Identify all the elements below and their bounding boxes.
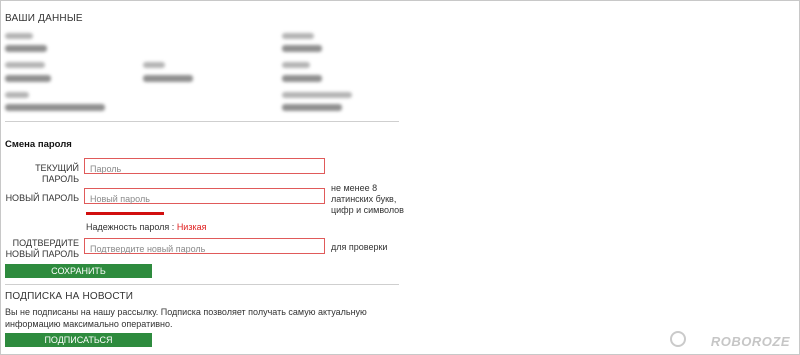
new-password-label: НОВЫЙ ПАРОЛЬ — [5, 193, 79, 203]
redacted-value — [143, 75, 193, 82]
section-divider — [5, 121, 399, 122]
redacted-label — [282, 92, 352, 98]
new-password-field[interactable] — [84, 188, 325, 206]
new-password-hint: не менее 8 латинских букв, цифр и символ… — [331, 183, 411, 216]
watermark-icon — [670, 331, 686, 347]
hint-line: латинских букв, — [331, 194, 397, 204]
newsletter-text: Вы не подписаны на нашу рассылку. Подпис… — [5, 306, 400, 330]
redacted-label — [5, 33, 33, 39]
hint-line: цифр и символов — [331, 205, 404, 215]
redacted-value — [282, 75, 322, 82]
password-strength-bar — [86, 212, 164, 215]
hint-line: не менее 8 — [331, 183, 378, 193]
newsletter-text-line: Вы не подписаны на нашу рассылку. Подпис… — [5, 307, 367, 317]
watermark-logo: ROBOROZE — [710, 334, 790, 349]
redacted-value — [5, 104, 105, 111]
section-divider — [5, 284, 399, 285]
password-change-title: Смена пароля — [5, 139, 72, 150]
confirm-password-field[interactable] — [84, 238, 325, 256]
confirm-password-input[interactable] — [85, 242, 324, 256]
redacted-value — [5, 75, 51, 82]
confirm-label-line: ПОДТВЕРДИТЕ — [12, 238, 79, 248]
confirm-label-line: НОВЫЙ ПАРОЛЬ — [5, 249, 79, 259]
current-password-label: ТЕКУЩИЙ ПАРОЛЬ — [35, 163, 79, 184]
redacted-value — [5, 45, 47, 52]
newsletter-title: ПОДПИСКА НА НОВОСТИ — [5, 291, 134, 302]
redacted-label — [282, 62, 310, 68]
personal-data-title: ВАШИ ДАННЫЕ — [5, 13, 83, 24]
confirm-password-hint: для проверки — [331, 242, 388, 252]
new-password-input[interactable] — [85, 192, 324, 206]
redacted-label — [282, 33, 314, 39]
password-strength-value: Низкая — [176, 222, 207, 232]
redacted-value — [282, 45, 322, 52]
password-strength-label: Надежность пароля : — [86, 222, 175, 232]
current-password-field[interactable] — [84, 158, 325, 176]
redacted-label — [5, 92, 29, 98]
save-button[interactable]: СОХРАНИТЬ — [5, 264, 152, 278]
redacted-value — [282, 104, 342, 111]
current-password-input[interactable] — [85, 162, 324, 176]
subscribe-button[interactable]: ПОДПИСАТЬСЯ — [5, 333, 152, 347]
redacted-label — [5, 62, 45, 68]
password-strength: Надежность пароля : Низкая — [86, 221, 206, 233]
redacted-label — [143, 62, 165, 68]
confirm-password-label: ПОДТВЕРДИТЕ НОВЫЙ ПАРОЛЬ — [5, 238, 79, 260]
newsletter-text-line: информацию максимально оперативно. — [5, 319, 173, 329]
